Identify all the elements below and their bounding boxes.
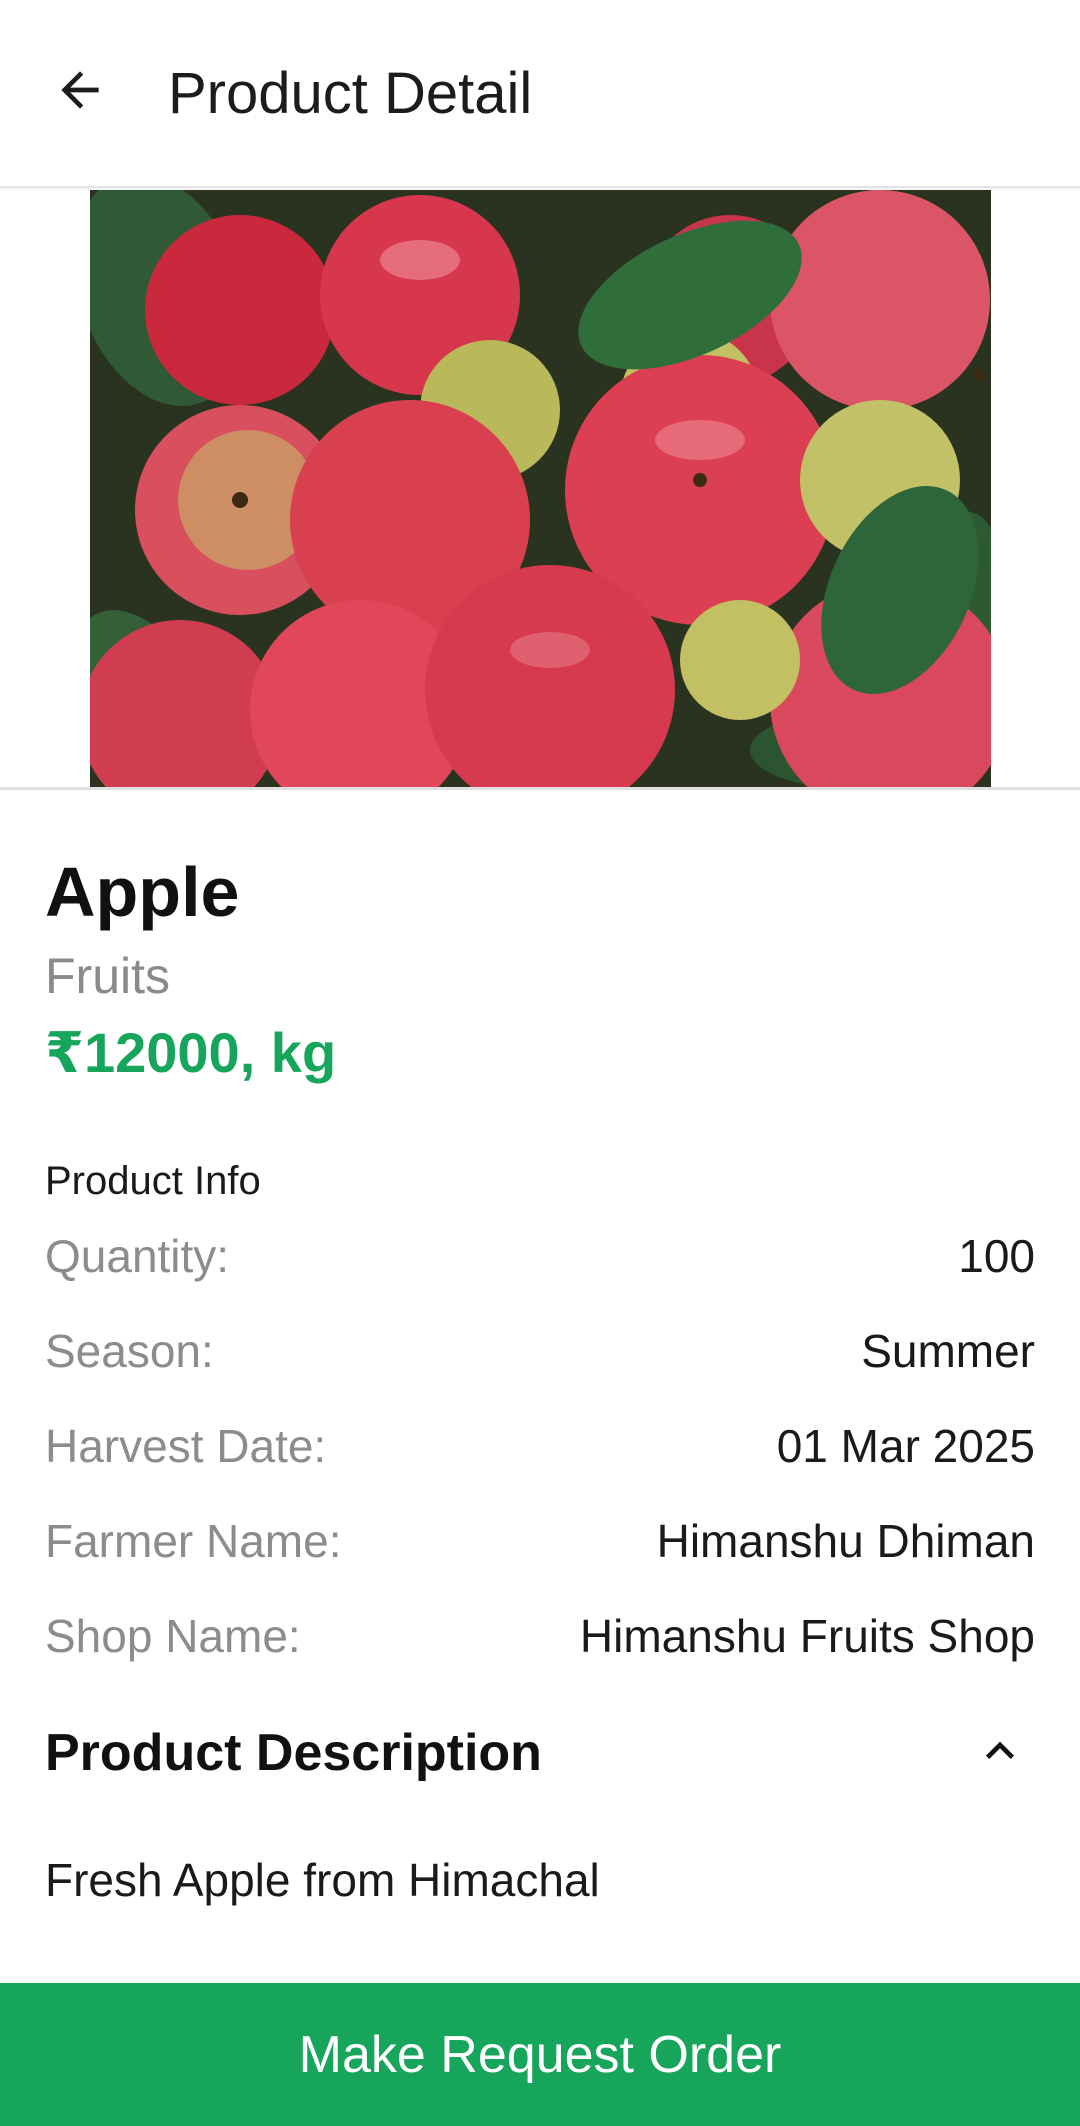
- info-label: Quantity:: [45, 1230, 230, 1282]
- product-image-section: [0, 190, 1080, 790]
- info-label: Shop Name:: [45, 1610, 301, 1662]
- page-title: Product Detail: [168, 61, 533, 126]
- collapse-toggle-button[interactable]: [965, 1718, 1035, 1788]
- info-value: Himanshu Dhiman: [656, 1515, 1035, 1567]
- chevron-up-icon: [972, 1723, 1028, 1784]
- product-category: Fruits: [45, 948, 170, 1004]
- description-text: Fresh Apple from Himachal: [45, 1854, 600, 1906]
- info-label: Season:: [45, 1325, 214, 1377]
- app-bar: Product Detail: [0, 0, 1080, 188]
- arrow-left-icon: [52, 62, 108, 123]
- product-info-heading: Product Info: [45, 1159, 261, 1203]
- product-image: [90, 190, 991, 787]
- product-price: ₹12000, kg: [45, 1021, 337, 1084]
- info-row-farmer-name: Farmer Name: Himanshu Dhiman: [45, 1511, 1035, 1571]
- info-row-harvest-date: Harvest Date: 01 Mar 2025: [45, 1416, 1035, 1476]
- description-header[interactable]: Product Description: [45, 1718, 1035, 1788]
- info-value: Himanshu Fruits Shop: [579, 1610, 1035, 1662]
- make-request-order-button[interactable]: Make Request Order: [0, 1983, 1080, 2126]
- product-name: Apple: [45, 853, 240, 931]
- info-label: Farmer Name:: [45, 1515, 342, 1567]
- info-row-shop-name: Shop Name: Himanshu Fruits Shop: [45, 1606, 1035, 1666]
- info-value: 01 Mar 2025: [776, 1420, 1035, 1472]
- info-row-season: Season: Summer: [45, 1321, 1035, 1381]
- description-title: Product Description: [45, 1724, 542, 1782]
- info-label: Harvest Date:: [45, 1420, 327, 1472]
- back-button[interactable]: [40, 52, 120, 132]
- info-value: 100: [958, 1230, 1035, 1282]
- info-value: Summer: [861, 1325, 1035, 1377]
- info-row-quantity: Quantity: 100: [45, 1226, 1035, 1286]
